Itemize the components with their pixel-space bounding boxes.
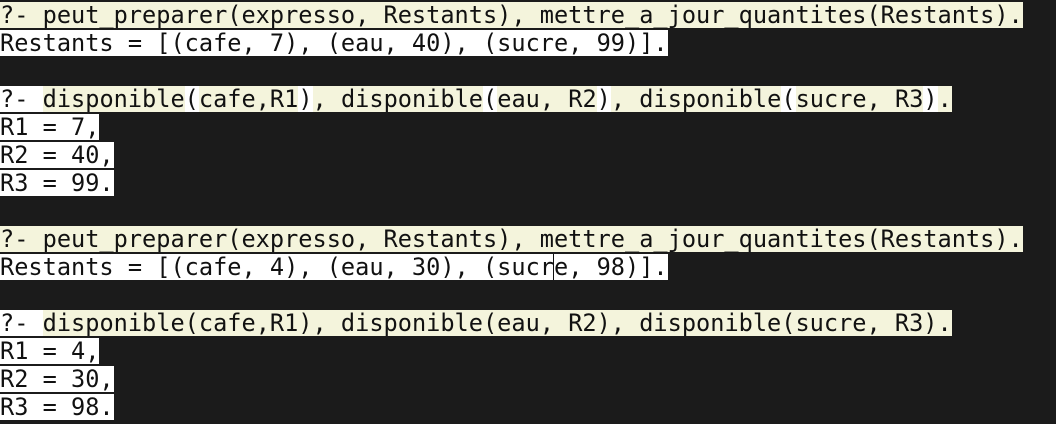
terminal-text-segment: )	[923, 85, 938, 113]
terminal-text-segment: ?- peut_preparer(expresso, Restants), me…	[0, 225, 1023, 253]
terminal-text-segment: (	[781, 85, 796, 113]
terminal-text-segment: ?- peut_preparer(expresso, Restants), me…	[0, 1, 1023, 29]
terminal-line: R2 = 40,	[0, 141, 1056, 169]
terminal-text-segment: Restants = [(cafe, 7), (eau, 40), (sucre…	[0, 29, 668, 57]
terminal-text-segment: e, 98)].	[553, 253, 668, 281]
terminal-text-segment: , disponible	[610, 85, 782, 113]
terminal-line: ?- disponible(cafe,R1), disponible(eau, …	[0, 309, 1056, 337]
terminal-line: Restants = [(cafe, 4), (eau, 30), (sucre…	[0, 253, 1056, 281]
terminal-text-segment: R3 = 98.	[0, 393, 114, 421]
terminal-text-segment: )	[596, 85, 611, 113]
terminal-text-segment: ?-	[0, 309, 43, 337]
terminal-text-segment: R2 = 30,	[0, 365, 114, 393]
terminal-text-segment: disponible	[42, 85, 185, 113]
terminal-text-segment: R1 = 7,	[0, 113, 100, 141]
terminal-text-segment: , disponible	[312, 85, 484, 113]
terminal-text-segment: R3 = 99.	[0, 169, 114, 197]
terminal-text-segment: disponible(cafe,R1), disponible(eau, R2)…	[42, 309, 952, 337]
terminal-line: R1 = 4,	[0, 337, 1056, 365]
terminal-text-segment: cafe,R1	[198, 85, 299, 113]
terminal-line: ?- disponible(cafe,R1), disponible(eau, …	[0, 85, 1056, 113]
terminal-text-segment: (	[483, 85, 498, 113]
terminal-line: ?- peut_preparer(expresso, Restants), me…	[0, 1, 1056, 29]
terminal-text-segment: eau, R2	[497, 85, 597, 113]
terminal-line: Restants = [(cafe, 7), (eau, 40), (sucre…	[0, 29, 1056, 57]
terminal-text-segment: )	[298, 85, 313, 113]
terminal-text-segment: R2 = 40,	[0, 141, 114, 169]
terminal-line: ?- peut_preparer(expresso, Restants), me…	[0, 225, 1056, 253]
terminal-text-segment: .	[937, 85, 952, 113]
terminal-text-segment: sucre, R3	[795, 85, 924, 113]
terminal-line: R3 = 99.	[0, 169, 1056, 197]
terminal-line: R3 = 98.	[0, 393, 1056, 421]
terminal-text-segment: ?-	[0, 85, 43, 113]
terminal-line: R2 = 30,	[0, 365, 1056, 393]
terminal-text-segment: Restants = [(cafe, 4), (eau, 30), (sucr	[0, 253, 554, 281]
terminal-output[interactable]: ?- peut_preparer(expresso, Restants), me…	[0, 0, 1056, 424]
terminal-text-segment: (	[184, 85, 199, 113]
terminal-line: R1 = 7,	[0, 113, 1056, 141]
terminal-text-segment: R1 = 4,	[0, 337, 100, 365]
